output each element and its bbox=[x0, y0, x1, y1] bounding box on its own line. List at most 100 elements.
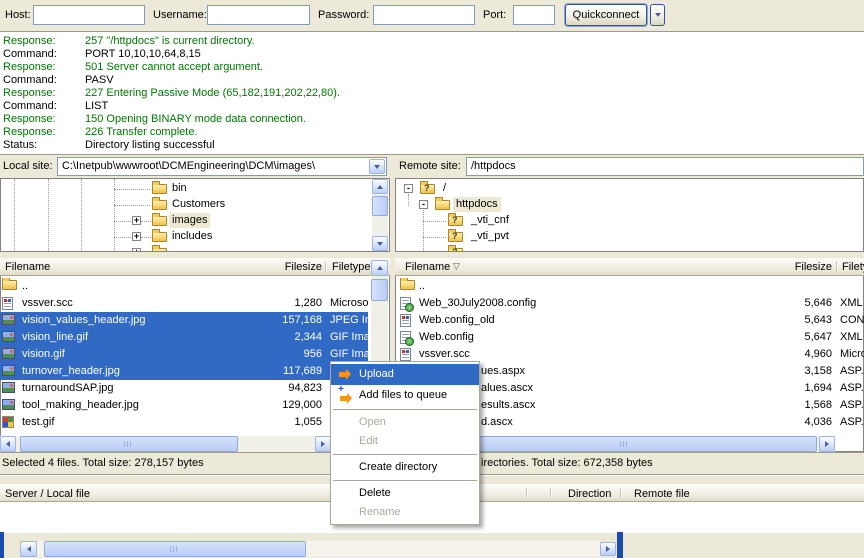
port-input[interactable] bbox=[513, 5, 555, 25]
scrollbar-thumb[interactable] bbox=[44, 541, 306, 557]
local-site-combobox[interactable]: C:\Inetpub\wwwroot\DCMEngineering\DCM\im… bbox=[57, 157, 387, 176]
tree-item-Customers[interactable]: Customers bbox=[169, 197, 228, 212]
tree-item-/[interactable]: / bbox=[440, 181, 449, 196]
menu-item-upload[interactable]: Upload bbox=[331, 364, 479, 385]
file-name: vision_line.gif bbox=[22, 331, 89, 343]
remote-site-combobox[interactable]: /httpdocs bbox=[466, 157, 864, 176]
tree-item-partial[interactable] bbox=[169, 245, 175, 251]
file-size: 94,823 bbox=[288, 382, 322, 394]
scrollbar-thumb[interactable] bbox=[372, 196, 388, 216]
scroll-left-button[interactable] bbox=[0, 436, 16, 452]
queue-column-server-local-file[interactable]: Server / Local file bbox=[5, 488, 90, 500]
queue-column-remote-file[interactable]: Remote file bbox=[634, 488, 690, 500]
file-row-..[interactable]: .. bbox=[0, 278, 368, 295]
remote-selection-status: irectories. Total size: 672,358 bytes bbox=[481, 457, 653, 469]
scroll-right-button[interactable] bbox=[315, 436, 331, 452]
tree-expand-toggle[interactable]: - bbox=[419, 200, 428, 209]
scrollbar-thumb[interactable] bbox=[371, 279, 388, 301]
image-file-icon bbox=[2, 399, 15, 410]
username-input[interactable] bbox=[207, 5, 310, 25]
local-list-hscrollbar[interactable] bbox=[0, 436, 331, 452]
file-row-turnover_header.jpg[interactable]: turnover_header.jpg 117,689 bbox=[0, 363, 368, 380]
remote-column-filetype[interactable]: Filetype bbox=[842, 261, 864, 273]
menu-item-edit[interactable]: Edit bbox=[331, 432, 479, 451]
tree-expand-toggle[interactable]: + bbox=[132, 232, 141, 241]
tree-expand-toggle[interactable]: - bbox=[404, 184, 413, 193]
queue-column-direction[interactable]: Direction bbox=[568, 488, 611, 500]
tree-connector bbox=[114, 237, 131, 238]
host-input[interactable] bbox=[33, 5, 145, 25]
scroll-left-button[interactable] bbox=[20, 541, 37, 557]
scroll-up-button[interactable] bbox=[371, 260, 388, 276]
file-row-Web.config[interactable]: Web.config 5,647 XML C bbox=[399, 329, 864, 346]
queue-hscrollbar[interactable] bbox=[20, 541, 616, 557]
tree-connector bbox=[141, 237, 151, 238]
file-row-turnaroundSAP.jpg[interactable]: turnaroundSAP.jpg 94,823 bbox=[0, 380, 368, 397]
file-type: GIF Ima bbox=[330, 331, 368, 343]
file-row-vision_line.gif[interactable]: vision_line.gif 2,344 GIF Ima bbox=[0, 329, 368, 346]
scroll-right-button[interactable] bbox=[819, 436, 835, 452]
remote-column-filesize[interactable]: Filesize bbox=[742, 261, 832, 273]
local-site-path: C:\Inetpub\wwwroot\DCMEngineering\DCM\im… bbox=[62, 160, 316, 172]
file-row-..[interactable]: .. bbox=[399, 278, 864, 295]
file-row-vssver.scc[interactable]: vssver.scc 1,280 Microso bbox=[0, 295, 368, 312]
document-icon bbox=[2, 297, 13, 310]
file-size: 5,643 bbox=[804, 314, 832, 326]
tree-connector bbox=[114, 189, 150, 190]
remote-directory-tree: - / - httpdocs_vti_cnf_vti_pvt bbox=[395, 178, 864, 252]
file-size: 117,689 bbox=[283, 365, 322, 377]
tree-item-images[interactable]: images bbox=[169, 213, 211, 228]
file-row-test.gif[interactable]: test.gif 1,055 bbox=[0, 414, 368, 431]
file-row-vision_values_header.jpg[interactable]: vision_values_header.jpg 157,168 JPEG Im bbox=[0, 312, 368, 329]
tree-item-includes[interactable]: includes bbox=[169, 229, 215, 244]
log-line-text: 150 Opening BINARY mode data connection. bbox=[85, 113, 306, 125]
file-name: Web.config_old bbox=[419, 314, 495, 326]
file-name: vssver.scc bbox=[22, 297, 73, 309]
scroll-up-button[interactable] bbox=[372, 179, 388, 194]
file-row-tool_making_header.jpg[interactable]: tool_making_header.jpg 129,000 bbox=[0, 397, 368, 414]
local-column-filesize[interactable]: Filesize bbox=[232, 261, 322, 273]
local-column-filetype[interactable]: Filetype bbox=[332, 261, 371, 273]
scrollbar-thumb[interactable] bbox=[20, 436, 238, 452]
folder-icon bbox=[152, 245, 167, 251]
tree-expand-toggle[interactable]: + bbox=[132, 248, 141, 251]
menu-item-rename[interactable]: Rename bbox=[331, 503, 479, 522]
file-name: d.ascx bbox=[481, 416, 513, 428]
tree-item-partial[interactable] bbox=[468, 245, 474, 251]
local-tree-scrollbar[interactable] bbox=[372, 179, 388, 251]
menu-item-open[interactable]: Open bbox=[331, 413, 479, 432]
remote-column-filename[interactable]: Filename bbox=[405, 261, 450, 273]
tree-item-_vti_pvt[interactable]: _vti_pvt bbox=[468, 229, 512, 244]
arrow-right-icon bbox=[606, 546, 610, 552]
tree-connector bbox=[114, 221, 131, 222]
tree-indent-guide bbox=[408, 194, 409, 206]
folder-icon bbox=[152, 213, 167, 226]
tree-item-_vti_cnf[interactable]: _vti_cnf bbox=[468, 213, 512, 228]
menu-item-create-directory[interactable]: Create directory bbox=[331, 458, 479, 477]
file-type: Micro bbox=[840, 348, 864, 360]
file-type: Microso bbox=[330, 297, 368, 309]
log-line: Response: 227 Entering Passive Mode (65,1… bbox=[0, 87, 864, 100]
scroll-right-button[interactable] bbox=[600, 542, 616, 556]
local-column-filename[interactable]: Filename bbox=[5, 261, 50, 273]
add-queue-icon: + bbox=[338, 384, 344, 395]
log-line: Command: PORT 10,10,10,64,8,15 bbox=[0, 48, 864, 61]
tree-item-bin[interactable]: bin bbox=[169, 181, 190, 196]
file-size: 5,647 bbox=[804, 331, 832, 343]
file-row-vision.gif[interactable]: vision.gif 956 GIF Ima bbox=[0, 346, 368, 363]
file-row-Web.config_old[interactable]: Web.config_old 5,643 CONF bbox=[399, 312, 864, 329]
menu-item-add-files-to-queue[interactable]: Add files to queue + bbox=[331, 384, 479, 406]
file-row-Web_30July2008.config[interactable]: Web_30July2008.config 5,646 XML C bbox=[399, 295, 864, 312]
tree-expand-toggle[interactable]: + bbox=[132, 216, 141, 225]
local-site-dropdown-button[interactable] bbox=[369, 159, 385, 174]
question-folder-icon bbox=[448, 229, 463, 242]
quickconnect-button[interactable]: Quickconnect bbox=[565, 4, 647, 26]
quickconnect-dropdown-button[interactable] bbox=[650, 4, 665, 26]
scrollbar-thumb[interactable] bbox=[432, 436, 817, 452]
password-input[interactable] bbox=[373, 5, 475, 25]
scroll-down-button[interactable] bbox=[372, 236, 388, 251]
menu-item-delete[interactable]: Delete bbox=[331, 484, 479, 503]
tree-connector bbox=[141, 221, 151, 222]
file-size: 4,036 bbox=[804, 416, 832, 428]
tree-item-httpdocs[interactable]: httpdocs bbox=[453, 197, 501, 212]
